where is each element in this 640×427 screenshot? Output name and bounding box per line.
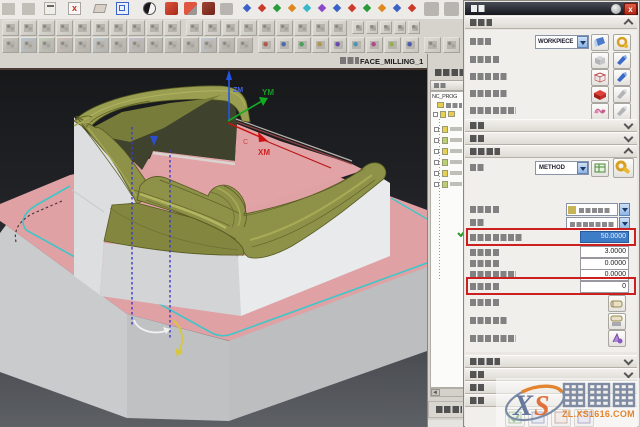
svg-text:S: S xyxy=(534,391,550,422)
svg-text:YM: YM xyxy=(262,88,274,97)
svg-text:ZL.XS1616.COM: ZL.XS1616.COM xyxy=(562,409,635,419)
svg-text:X: X xyxy=(512,389,534,422)
svg-text:ZM: ZM xyxy=(233,87,243,94)
svg-text:XM: XM xyxy=(258,148,270,157)
svg-text:C: C xyxy=(243,139,248,146)
